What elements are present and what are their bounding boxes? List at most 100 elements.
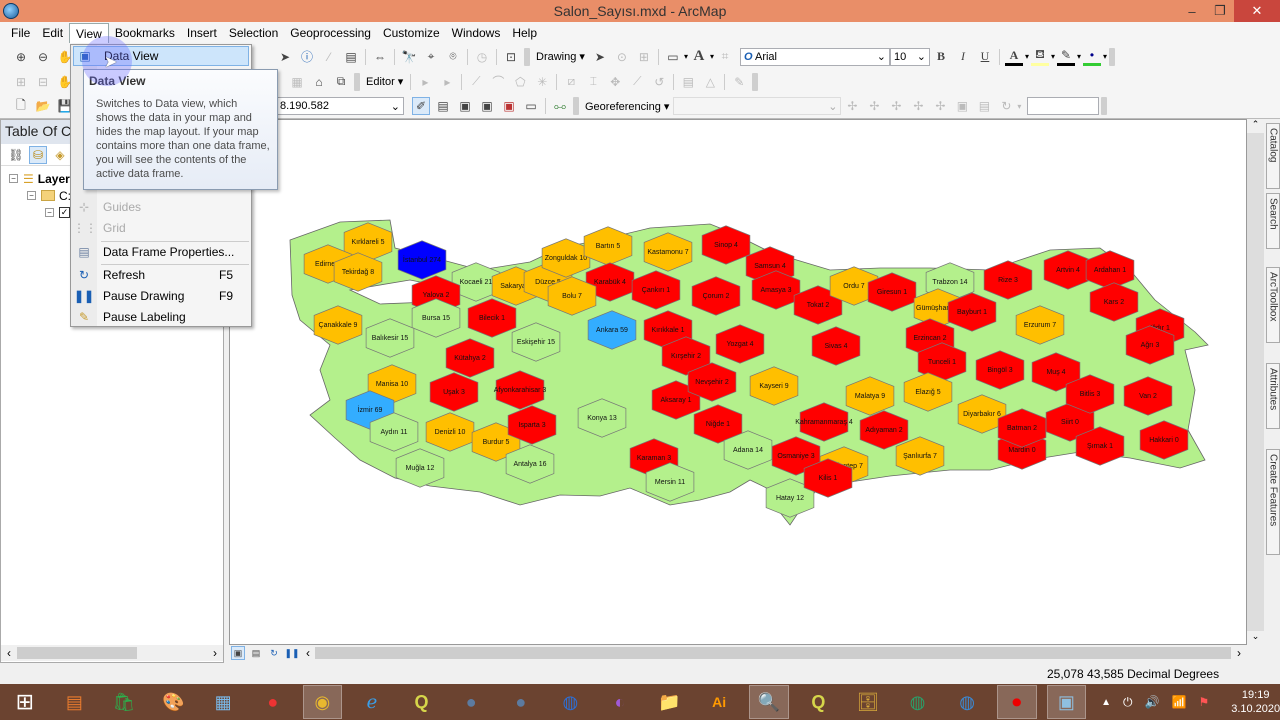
time-slider-icon[interactable]: ◷ xyxy=(473,48,491,66)
power-icon[interactable]: ⏻ xyxy=(1123,695,1133,710)
control-points-2-icon[interactable]: ✢ xyxy=(865,97,883,115)
font-color-icon[interactable]: A xyxy=(1004,48,1023,66)
attributes-tab[interactable]: Attributes xyxy=(1266,363,1280,429)
rotate-tool-icon[interactable]: ↺ xyxy=(650,73,668,91)
rotate-georef-icon[interactable]: ↻ xyxy=(997,97,1015,115)
arcmap-taskbar-icon[interactable]: 🔍 xyxy=(748,685,789,719)
zoom-in-icon[interactable]: ⊕ xyxy=(12,48,30,66)
viewer-icon[interactable]: ▣ xyxy=(953,97,971,115)
open-icon[interactable]: 📂 xyxy=(34,97,52,115)
visual-studio-icon[interactable]: ◐ xyxy=(600,685,640,719)
control-points-5-icon[interactable]: ✢ xyxy=(931,97,949,115)
scroll-down-icon[interactable]: ⌄ xyxy=(1247,631,1264,645)
map-scale-select[interactable]: 8.190.582 ⌄ xyxy=(276,97,404,115)
menu-item-data-frame-properties[interactable]: ▤ Data Frame Properties... xyxy=(73,242,249,262)
edit-tool-icon[interactable]: ▸ xyxy=(416,73,434,91)
italic-button[interactable]: I xyxy=(954,48,972,66)
restore-button[interactable]: ❐ xyxy=(1206,0,1234,22)
menu-insert[interactable]: Insert xyxy=(181,23,223,43)
menu-geoprocessing[interactable]: Geoprocessing xyxy=(284,23,377,43)
scroll-right-icon[interactable]: › xyxy=(1231,646,1247,660)
hyperlink-icon[interactable]: ⁄ xyxy=(320,48,338,66)
menu-bookmarks[interactable]: Bookmarks xyxy=(109,23,181,43)
map-horizontal-scrollbar[interactable]: ▣ ▤ ↻ ❚❚ ‹ › xyxy=(229,645,1247,661)
toolbar-grip[interactable] xyxy=(1109,47,1116,66)
line-color-icon[interactable]: ✎ xyxy=(1057,48,1075,66)
edit-annotation-icon[interactable]: ▸ xyxy=(438,73,456,91)
polygon-icon[interactable]: ⬠ xyxy=(511,73,529,91)
arcglobe-icon[interactable]: ● xyxy=(451,685,491,719)
control-points-4-icon[interactable]: ✢ xyxy=(909,97,927,115)
control-points-3-icon[interactable]: ✢ xyxy=(887,97,905,115)
reshape-icon[interactable]: ⌶ xyxy=(584,73,602,91)
zoom-out-icon[interactable]: ⊖ xyxy=(34,48,52,66)
taskbar-app-icon[interactable]: ▤ xyxy=(55,685,95,719)
scroll-thumb[interactable] xyxy=(315,647,1231,659)
fixed-zoom-out-icon[interactable]: ⊟ xyxy=(34,73,52,91)
font-name-select[interactable]: O Arial ⌄ xyxy=(739,47,890,66)
paint-icon[interactable]: 🎨 xyxy=(154,685,194,719)
create-viewer-icon[interactable]: ⊡ xyxy=(502,48,520,66)
google-earth-icon[interactable]: ◍ xyxy=(551,685,591,719)
refresh-view-icon[interactable]: ↻ xyxy=(267,646,281,660)
editor-menu[interactable]: Editor ▾ xyxy=(366,75,403,88)
change-layout-icon[interactable]: ⧉ xyxy=(332,73,350,91)
add-control-points-icon[interactable]: ✢ xyxy=(843,97,861,115)
drawing-menu[interactable]: Drawing ▾ xyxy=(536,50,585,63)
pause-drawing-icon[interactable]: ❚❚ xyxy=(284,646,299,660)
toolbar-grip[interactable] xyxy=(354,72,360,91)
text-tool-icon[interactable]: A xyxy=(690,48,708,66)
sketch-properties-icon[interactable]: △ xyxy=(701,73,719,91)
list-by-source-icon[interactable]: ⛁ xyxy=(29,145,47,164)
fill-color-icon[interactable]: ⛾ xyxy=(1030,47,1049,66)
scroll-left-icon[interactable]: ‹ xyxy=(1,646,17,660)
fixed-zoom-in-icon[interactable]: ⊞ xyxy=(12,73,30,91)
marker-color-icon[interactable]: • xyxy=(1083,48,1102,66)
scroll-right-icon[interactable]: › xyxy=(207,646,223,660)
clock[interactable]: 19:19 3.10.2020 xyxy=(1231,688,1280,716)
arccatalog-icon[interactable]: 🗄 xyxy=(848,685,888,719)
select-elements-icon[interactable]: ➤ xyxy=(276,48,294,66)
menu-file[interactable]: File xyxy=(5,23,36,43)
layer-visibility-checkbox[interactable]: ✓ xyxy=(59,207,70,218)
start-button[interactable]: ⊞ xyxy=(5,685,45,719)
collapse-icon[interactable]: − xyxy=(45,208,54,217)
layout-view-icon[interactable]: ⌂ xyxy=(310,73,328,91)
list-by-drawing-order-icon[interactable]: ⛓ xyxy=(7,146,25,164)
catalog-window-icon[interactable]: ▣ xyxy=(456,97,474,115)
rotation-input[interactable] xyxy=(1027,97,1100,115)
arctoolbox-tab[interactable]: ArcToolbox xyxy=(1266,267,1280,343)
globe-icon[interactable]: ◍ xyxy=(947,685,987,719)
arctoolbox-icon[interactable]: ▣ xyxy=(500,97,518,115)
toolbar-grip[interactable] xyxy=(752,72,759,91)
scroll-up-icon[interactable]: ⌃ xyxy=(1247,119,1264,133)
identify-icon[interactable]: ⓘ xyxy=(298,48,316,66)
arcmap-globe-icon[interactable]: ◍ xyxy=(898,685,938,719)
scale-icon[interactable]: ⟋ xyxy=(628,73,646,91)
chrome-icon[interactable]: ◉ xyxy=(302,685,343,719)
underline-button[interactable]: U xyxy=(976,48,994,66)
show-hidden-icons[interactable]: ▲ xyxy=(1101,697,1111,708)
split-icon[interactable]: ⧄ xyxy=(562,73,580,91)
table-of-contents-icon[interactable]: ▤ xyxy=(434,97,452,115)
new-document-icon[interactable]: 🗋 xyxy=(12,97,30,115)
link-table-icon[interactable]: ▤ xyxy=(975,97,993,115)
store-icon[interactable]: 🛍 xyxy=(104,685,144,719)
menu-item-data-view[interactable]: ▣ Data View xyxy=(73,46,249,66)
attributes-icon[interactable]: ▤ xyxy=(679,73,697,91)
measure-icon[interactable]: ⇔ xyxy=(371,48,389,66)
model-builder-icon[interactable]: ⧟ xyxy=(551,97,569,115)
search-tab[interactable]: Search xyxy=(1266,193,1280,249)
screen-recorder-icon[interactable]: ⏺ xyxy=(996,685,1037,719)
page-icon[interactable]: ▦ xyxy=(288,73,306,91)
python-window-icon[interactable]: ▭ xyxy=(522,97,540,115)
menu-item-pause-labeling[interactable]: ✎ Pause Labeling xyxy=(73,307,249,327)
data-view-toggle-icon[interactable]: ▣ xyxy=(231,646,245,660)
search-window-icon[interactable]: ▣ xyxy=(478,97,496,115)
toolbar-grip[interactable] xyxy=(1101,97,1108,115)
scroll-left-icon[interactable]: ‹ xyxy=(301,646,315,660)
toolbar-grip[interactable] xyxy=(573,97,579,115)
rectangle-icon[interactable]: ▭ xyxy=(664,48,682,66)
go-to-xy-icon[interactable]: ⌾ xyxy=(444,48,462,66)
edit-vertices-icon[interactable]: ⌗ xyxy=(716,48,734,66)
